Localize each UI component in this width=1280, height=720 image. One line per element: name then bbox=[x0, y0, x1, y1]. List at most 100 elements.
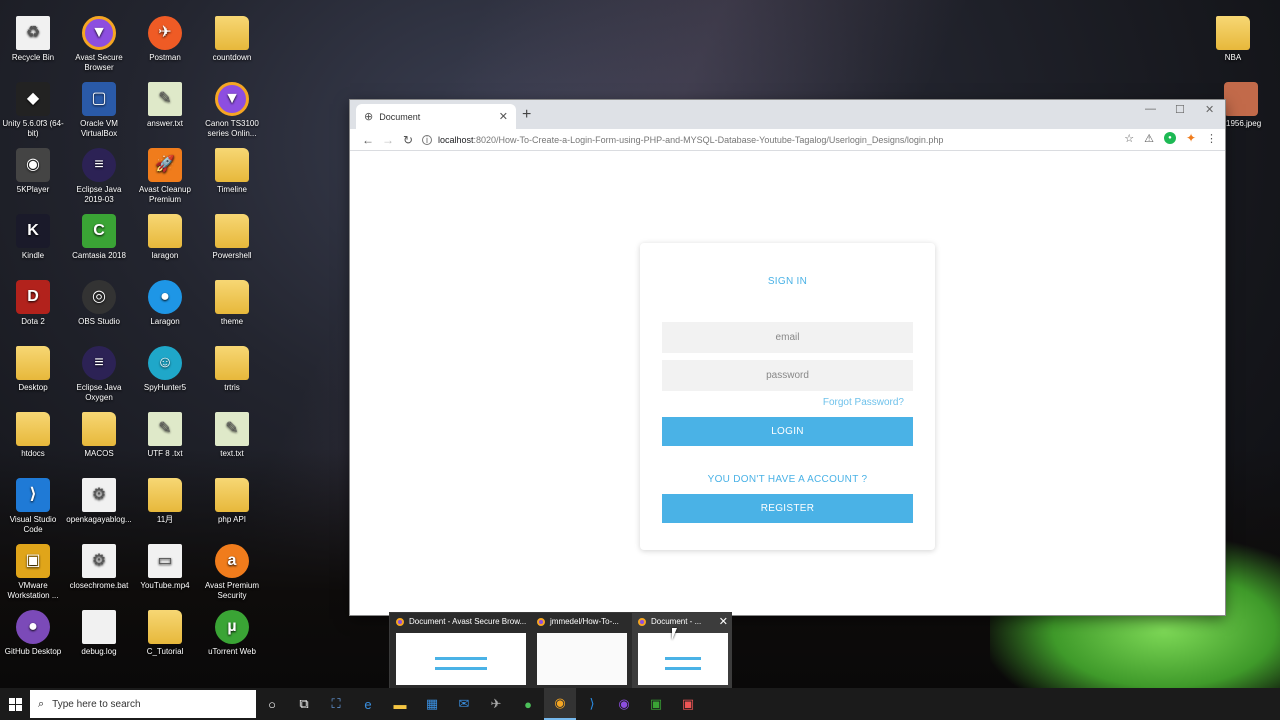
desktop-icon-eclipse-2019[interactable]: ≡ Eclipse Java 2019-03 bbox=[66, 148, 132, 205]
reload-icon[interactable]: ↻ bbox=[398, 133, 418, 147]
toolbar-actions: ☆ ⚠ ● ✦ ⋮ bbox=[1124, 131, 1217, 145]
mail-icon[interactable]: ✉ bbox=[448, 688, 480, 720]
minimize-icon[interactable]: — bbox=[1145, 103, 1156, 115]
desktop-icon-youtube-mp4[interactable]: ▭ YouTube.mp4 bbox=[132, 544, 198, 591]
forward-arrow-icon[interactable]: → bbox=[378, 133, 398, 147]
extension-adblock-icon[interactable]: ● bbox=[1163, 132, 1176, 144]
desktop-icon-obs[interactable]: ◎ OBS Studio bbox=[66, 280, 132, 327]
desktop-icon-camtasia[interactable]: C Camtasia 2018 bbox=[66, 214, 132, 261]
new-tab-button[interactable]: + bbox=[522, 106, 531, 124]
desktop-icon-canon[interactable]: ▼ Canon TS3100 series Onlin... bbox=[199, 82, 265, 139]
desktop-icon-c-tutorial[interactable]: C_Tutorial bbox=[132, 610, 198, 657]
login-card: SIGN IN Forgot Password? LOGIN YOU DON'T… bbox=[640, 243, 935, 550]
desktop-icon-github-desktop[interactable]: ● GitHub Desktop bbox=[0, 610, 66, 657]
desktop-icon-timeline[interactable]: Timeline bbox=[199, 148, 265, 195]
desktop-icon-theme[interactable]: theme bbox=[199, 280, 265, 327]
desktop-icon-closechrome[interactable]: ⚙ closechrome.bat bbox=[66, 544, 132, 591]
tab-document[interactable]: ⊕ Document ✕ bbox=[356, 104, 516, 129]
avast-secure-taskbar-icon[interactable]: ◉ bbox=[608, 688, 640, 720]
folder-icon bbox=[215, 478, 249, 512]
desktop-icon-recycle-bin[interactable]: ♻ Recycle Bin bbox=[0, 16, 66, 63]
desktop-icon-answer-txt[interactable]: ✎ answer.txt bbox=[132, 82, 198, 129]
desktop-icon-laragon[interactable]: ● Laragon bbox=[132, 280, 198, 327]
avast-browser-icon bbox=[396, 617, 404, 626]
recorder-taskbar-icon[interactable]: ▣ bbox=[672, 688, 704, 720]
avast-premium-icon: a bbox=[215, 544, 249, 578]
globe-icon: ⊕ bbox=[364, 111, 374, 123]
thumbnail-document-active[interactable]: Document - ... ✕ bbox=[632, 613, 732, 690]
desktop-icon-powershell[interactable]: Powershell bbox=[199, 214, 265, 261]
desktop-icon-avast-browser[interactable]: ▼ Avast Secure Browser bbox=[66, 16, 132, 73]
thumbnail-document-avast[interactable]: Document - Avast Secure Brow... bbox=[390, 613, 530, 690]
desktop-icon-openkagayablog[interactable]: ⚙ openkagayablog... bbox=[66, 478, 132, 525]
desktop-icon-postman[interactable]: ✈ Postman bbox=[132, 16, 198, 63]
desktop-icon-label: theme bbox=[220, 317, 244, 326]
task-view-icon[interactable]: ⧉ bbox=[288, 688, 320, 720]
desktop-icon-utf8-txt[interactable]: ✎ UTF 8 .txt bbox=[132, 412, 198, 459]
menu-kebab-icon[interactable]: ⋮ bbox=[1206, 132, 1217, 145]
desktop-icon-php-api[interactable]: php API bbox=[199, 478, 265, 525]
desktop-icon-avast-premium[interactable]: a Avast Premium Security bbox=[199, 544, 265, 601]
desktop-icon-kindle[interactable]: K Kindle bbox=[0, 214, 66, 261]
thumbnail-close-icon[interactable]: ✕ bbox=[719, 615, 728, 628]
start-button[interactable] bbox=[0, 688, 30, 720]
android-icon[interactable]: ● bbox=[512, 688, 544, 720]
store-icon[interactable]: ▦ bbox=[416, 688, 448, 720]
settings-file-icon: ⚙ bbox=[82, 478, 116, 512]
extension-warning-icon[interactable]: ⚠ bbox=[1144, 132, 1154, 145]
desktop-icon-11month[interactable]: 11月 bbox=[132, 478, 198, 525]
desktop-icon-virtualbox[interactable]: ▢ Oracle VM VirtualBox bbox=[66, 82, 132, 139]
info-icon[interactable]: i bbox=[422, 135, 432, 145]
forgot-password-link[interactable]: Forgot Password? bbox=[823, 397, 904, 408]
desktop-icon-macos[interactable]: MACOS bbox=[66, 412, 132, 459]
network-app-icon[interactable]: ⛶ bbox=[320, 688, 352, 720]
thumbnail-jmmedel[interactable]: jmmedel/How-To-... bbox=[531, 613, 631, 690]
desktop-icon-countdown[interactable]: countdown bbox=[199, 16, 265, 63]
camtasia-taskbar-icon[interactable]: ▣ bbox=[640, 688, 672, 720]
desktop-icon-vscode[interactable]: ⟩ Visual Studio Code bbox=[0, 478, 66, 535]
desktop-icon-5kplayer[interactable]: ◉ 5KPlayer bbox=[0, 148, 66, 195]
game-icon[interactable]: ✈ bbox=[480, 688, 512, 720]
desktop-icon-avast-cleanup[interactable]: 🚀 Avast Cleanup Premium bbox=[132, 148, 198, 205]
desktop-icon-vmware[interactable]: ▣ VMware Workstation ... bbox=[0, 544, 66, 601]
edge-icon[interactable]: e bbox=[352, 688, 384, 720]
cortana-icon[interactable]: ○ bbox=[256, 688, 288, 720]
vscode-taskbar-icon[interactable]: ⟩ bbox=[576, 688, 608, 720]
tab-close-icon[interactable]: ✕ bbox=[499, 110, 508, 123]
desktop-icon-debug-log[interactable]: debug.log bbox=[66, 610, 132, 657]
avast-browser-icon: ▼ bbox=[82, 16, 116, 50]
address-bar[interactable]: i localhost:8020/How-To-Create-a-Login-F… bbox=[422, 130, 1127, 150]
extension-avast-icon[interactable]: ✦ bbox=[1186, 131, 1196, 145]
maximize-icon[interactable]: ☐ bbox=[1175, 103, 1185, 116]
taskbar-search[interactable]: ⌕ Type here to search bbox=[30, 690, 256, 718]
desktop-icon-nba[interactable]: NBA bbox=[1200, 16, 1266, 63]
taskbar-thumbnail-popup: Document - Avast Secure Brow... jmmedel/… bbox=[389, 612, 732, 690]
desktop-icon-utorrent[interactable]: µ uTorrent Web bbox=[199, 610, 265, 657]
spyhunter-icon: ☺ bbox=[148, 346, 182, 380]
email-field[interactable] bbox=[662, 322, 913, 353]
desktop-icon-unity[interactable]: ◆ Unity 5.6.0f3 (64-bit) bbox=[0, 82, 66, 139]
back-arrow-icon[interactable]: ← bbox=[358, 133, 378, 147]
file-explorer-icon[interactable]: ▬ bbox=[384, 688, 416, 720]
obs-icon: ◎ bbox=[82, 280, 116, 314]
folder-icon bbox=[148, 610, 182, 644]
desktop-icon-trtris[interactable]: trtris bbox=[199, 346, 265, 393]
desktop-icon-desktop[interactable]: Desktop bbox=[0, 346, 66, 393]
desktop-icon-label: NBA bbox=[1224, 53, 1242, 62]
desktop-icon-eclipse-oxygen[interactable]: ≡ Eclipse Java Oxygen bbox=[66, 346, 132, 403]
avast-browser-taskbar-icon[interactable]: ◉ bbox=[544, 688, 576, 720]
desktop-icon-laragon-folder[interactable]: laragon bbox=[132, 214, 198, 261]
desktop-icon-dota2[interactable]: D Dota 2 bbox=[0, 280, 66, 327]
sign-in-heading: SIGN IN bbox=[767, 276, 808, 287]
bookmark-star-icon[interactable]: ☆ bbox=[1124, 132, 1134, 145]
desktop-icon-htdocs[interactable]: htdocs bbox=[0, 412, 66, 459]
register-button[interactable]: REGISTER bbox=[662, 494, 913, 523]
close-window-icon[interactable]: ✕ bbox=[1205, 103, 1214, 116]
desktop-icon-label: text.txt bbox=[220, 449, 244, 458]
desktop-icon-text-txt[interactable]: ✎ text.txt bbox=[199, 412, 265, 459]
password-field[interactable] bbox=[662, 360, 913, 391]
desktop-icon-label: GitHub Desktop bbox=[4, 647, 62, 656]
login-button[interactable]: LOGIN bbox=[662, 417, 913, 446]
desktop-icon-spyhunter[interactable]: ☺ SpyHunter5 bbox=[132, 346, 198, 393]
desktop-icon-label: 11月 bbox=[156, 515, 174, 524]
